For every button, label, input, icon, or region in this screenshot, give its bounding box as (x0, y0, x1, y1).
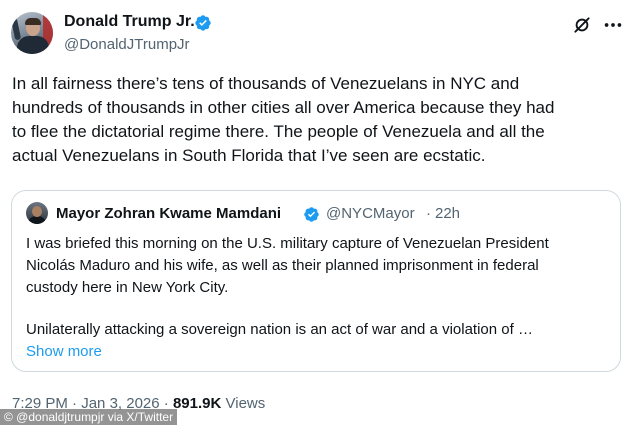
image-credit: © @donaldjtrumpjr via X/Twitter (0, 409, 178, 425)
views-count[interactable]: 891.9K (173, 395, 221, 412)
more-options-icon[interactable] (602, 15, 624, 35)
avatar-raised-arm (11, 17, 22, 41)
quoted-avatar-body (28, 216, 46, 224)
verified-badge-icon (304, 207, 319, 222)
tweet-post: Donald Trump Jr. @DonaldJTrumpJr In all … (0, 0, 634, 425)
show-more-link[interactable]: Show more (26, 341, 102, 363)
quoted-author-avatar[interactable] (26, 202, 48, 224)
quoted-tweet-card[interactable]: Mayor Zohran Kwame Mamdani @NYCMayor · 2… (11, 190, 621, 372)
avatar-body (17, 36, 49, 54)
quoted-author-handle[interactable]: @NYCMayor (326, 205, 415, 222)
author-avatar[interactable] (11, 12, 53, 54)
avatar-hair (25, 18, 41, 25)
quoted-avatar-face (32, 206, 42, 217)
views-label: Views (225, 395, 266, 412)
grok-icon[interactable] (572, 15, 592, 35)
author-name[interactable]: Donald Trump Jr. (64, 13, 195, 31)
quoted-tweet-text: I was briefed this morning on the U.S. m… (26, 235, 549, 296)
quoted-tweet-text-truncated: Unilaterally attacking a sovereign natio… (26, 321, 533, 338)
author-handle[interactable]: @DonaldJTrumpJr (64, 36, 190, 53)
quoted-meta-separator: · (426, 205, 431, 222)
quoted-timestamp[interactable]: 22h (435, 205, 460, 222)
quoted-author-name[interactable]: Mayor Zohran Kwame Mamdani (56, 205, 281, 222)
tweet-text: In all fairness there’s tens of thousand… (12, 74, 555, 165)
verified-badge-icon (195, 15, 211, 31)
